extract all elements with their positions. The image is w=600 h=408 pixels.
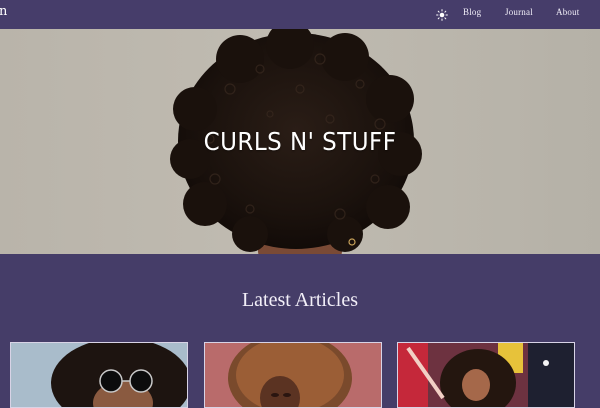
navbar: n Blog Journal About xyxy=(0,0,600,29)
sun-icon[interactable] xyxy=(436,6,448,21)
hero-title: CURLS N' STUFF xyxy=(203,127,397,156)
article-image xyxy=(11,343,187,407)
nav-link-about[interactable]: About xyxy=(556,7,580,17)
hero-banner: CURLS N' STUFF xyxy=(0,29,600,254)
section-heading: Latest Articles xyxy=(241,289,359,311)
site-brand[interactable]: n xyxy=(0,4,7,19)
article-card[interactable] xyxy=(10,342,188,408)
article-card[interactable] xyxy=(204,342,382,408)
article-image xyxy=(205,343,381,407)
nav-link-blog[interactable]: Blog xyxy=(463,7,481,17)
article-image xyxy=(398,343,574,407)
nav-link-journal[interactable]: Journal xyxy=(505,7,533,17)
article-card[interactable] xyxy=(397,342,575,408)
